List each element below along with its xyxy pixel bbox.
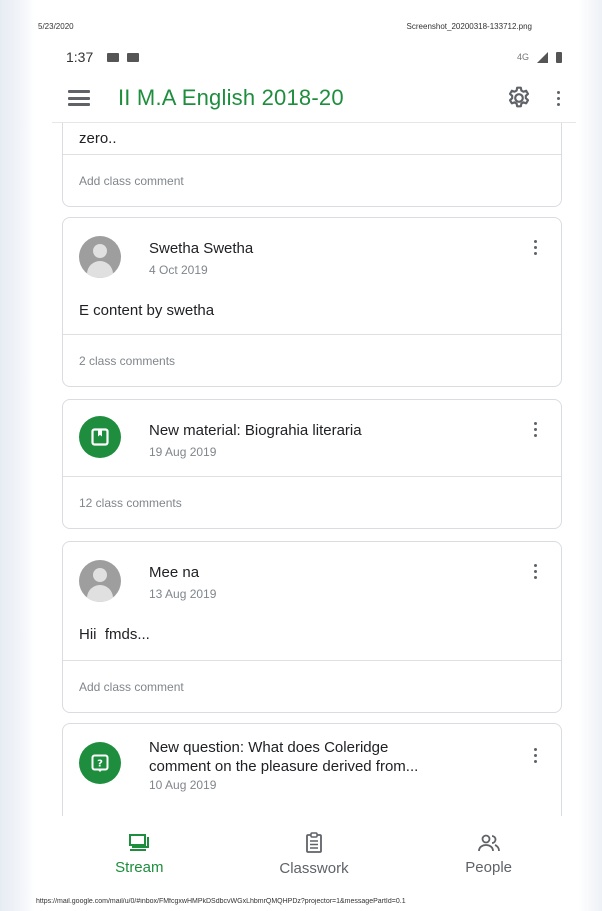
tab-classwork[interactable]: Classwork xyxy=(239,831,389,877)
signal-icon xyxy=(537,51,548,63)
post-body: E content by swetha xyxy=(79,302,215,319)
post-card[interactable]: Swetha Swetha 4 Oct 2019 E content by sw… xyxy=(62,217,562,387)
app-bar: II M.A English 2018-20 xyxy=(52,74,576,122)
people-icon xyxy=(477,834,500,851)
add-comment-link[interactable]: Add class comment xyxy=(63,660,561,712)
status-time: 1:37 xyxy=(66,49,94,65)
tab-stream-label: Stream xyxy=(115,858,164,876)
question-icon: ? xyxy=(79,742,121,784)
class-title: II M.A English 2018-20 xyxy=(118,85,344,110)
phone-screen: 1:37 4G II M.A English 2018-20 zero.. Ad… xyxy=(52,40,576,888)
post-options-icon[interactable] xyxy=(531,422,539,437)
print-date: 5/23/2020 xyxy=(38,22,74,31)
question-title: New question: What does Coleridge commen… xyxy=(149,738,499,776)
post-date: 19 Aug 2019 xyxy=(149,445,217,459)
class-comments-link[interactable]: 12 class comments xyxy=(63,476,561,528)
battery-icon xyxy=(556,51,562,63)
avatar xyxy=(79,560,121,602)
post-date: 10 Aug 2019 xyxy=(149,778,217,792)
post-body: Hii fmds... xyxy=(79,626,150,643)
page-shadow-right xyxy=(578,0,602,911)
post-options-icon[interactable] xyxy=(531,564,539,579)
post-author: Mee na xyxy=(149,564,200,581)
tab-classwork-label: Classwork xyxy=(279,859,349,877)
page-shadow-left xyxy=(0,0,34,911)
overflow-menu-icon[interactable] xyxy=(554,90,562,106)
print-filename: Screenshot_20200318-133712.png xyxy=(406,22,532,31)
stream-icon xyxy=(129,833,150,851)
question-title-line1: New question: What does Coleridge xyxy=(149,739,389,756)
post-options-icon[interactable] xyxy=(531,240,539,255)
add-comment-link[interactable]: Add class comment xyxy=(63,154,561,206)
post-body: zero.. xyxy=(79,130,117,147)
post-card-partial: zero.. Add class comment xyxy=(62,123,562,207)
post-options-icon[interactable] xyxy=(531,748,539,763)
material-title: New material: Biograhia literaria xyxy=(149,422,362,439)
bottom-navigation: Stream Classwork People xyxy=(52,816,576,888)
svg-text:?: ? xyxy=(97,759,103,770)
mail-notification-icon xyxy=(127,52,140,62)
post-card[interactable]: Mee na 13 Aug 2019 Hii fmds... Add class… xyxy=(62,541,562,713)
status-right: 4G xyxy=(516,51,562,63)
material-card[interactable]: New material: Biograhia literaria 19 Aug… xyxy=(62,399,562,529)
print-footer-url: https://mail.google.com/mail/u/0/#inbox/… xyxy=(36,898,406,905)
question-card[interactable]: ? New question: What does Coleridge comm… xyxy=(62,723,562,816)
post-author: Swetha Swetha xyxy=(149,240,254,257)
avatar xyxy=(79,236,121,278)
post-date: 4 Oct 2019 xyxy=(149,263,208,277)
status-bar: 1:37 4G xyxy=(52,40,576,74)
question-title-line2: comment on the pleasure derived from... xyxy=(149,758,419,775)
menu-icon[interactable] xyxy=(68,90,90,106)
network-type: 4G xyxy=(516,52,529,62)
gallery-notification-icon xyxy=(107,52,120,62)
tab-people-label: People xyxy=(465,858,512,876)
print-header: 5/23/2020 Screenshot_20200318-133712.png xyxy=(38,22,532,31)
post-date: 13 Aug 2019 xyxy=(149,587,217,601)
tab-stream[interactable]: Stream xyxy=(64,833,214,876)
class-comments-link[interactable]: 2 class comments xyxy=(63,334,561,386)
settings-gear-icon[interactable] xyxy=(506,85,532,111)
tab-people[interactable]: People xyxy=(414,833,564,876)
material-book-icon xyxy=(79,416,121,458)
stream-feed: zero.. Add class comment Swetha Swetha 4… xyxy=(52,122,576,816)
classwork-icon xyxy=(306,831,322,853)
